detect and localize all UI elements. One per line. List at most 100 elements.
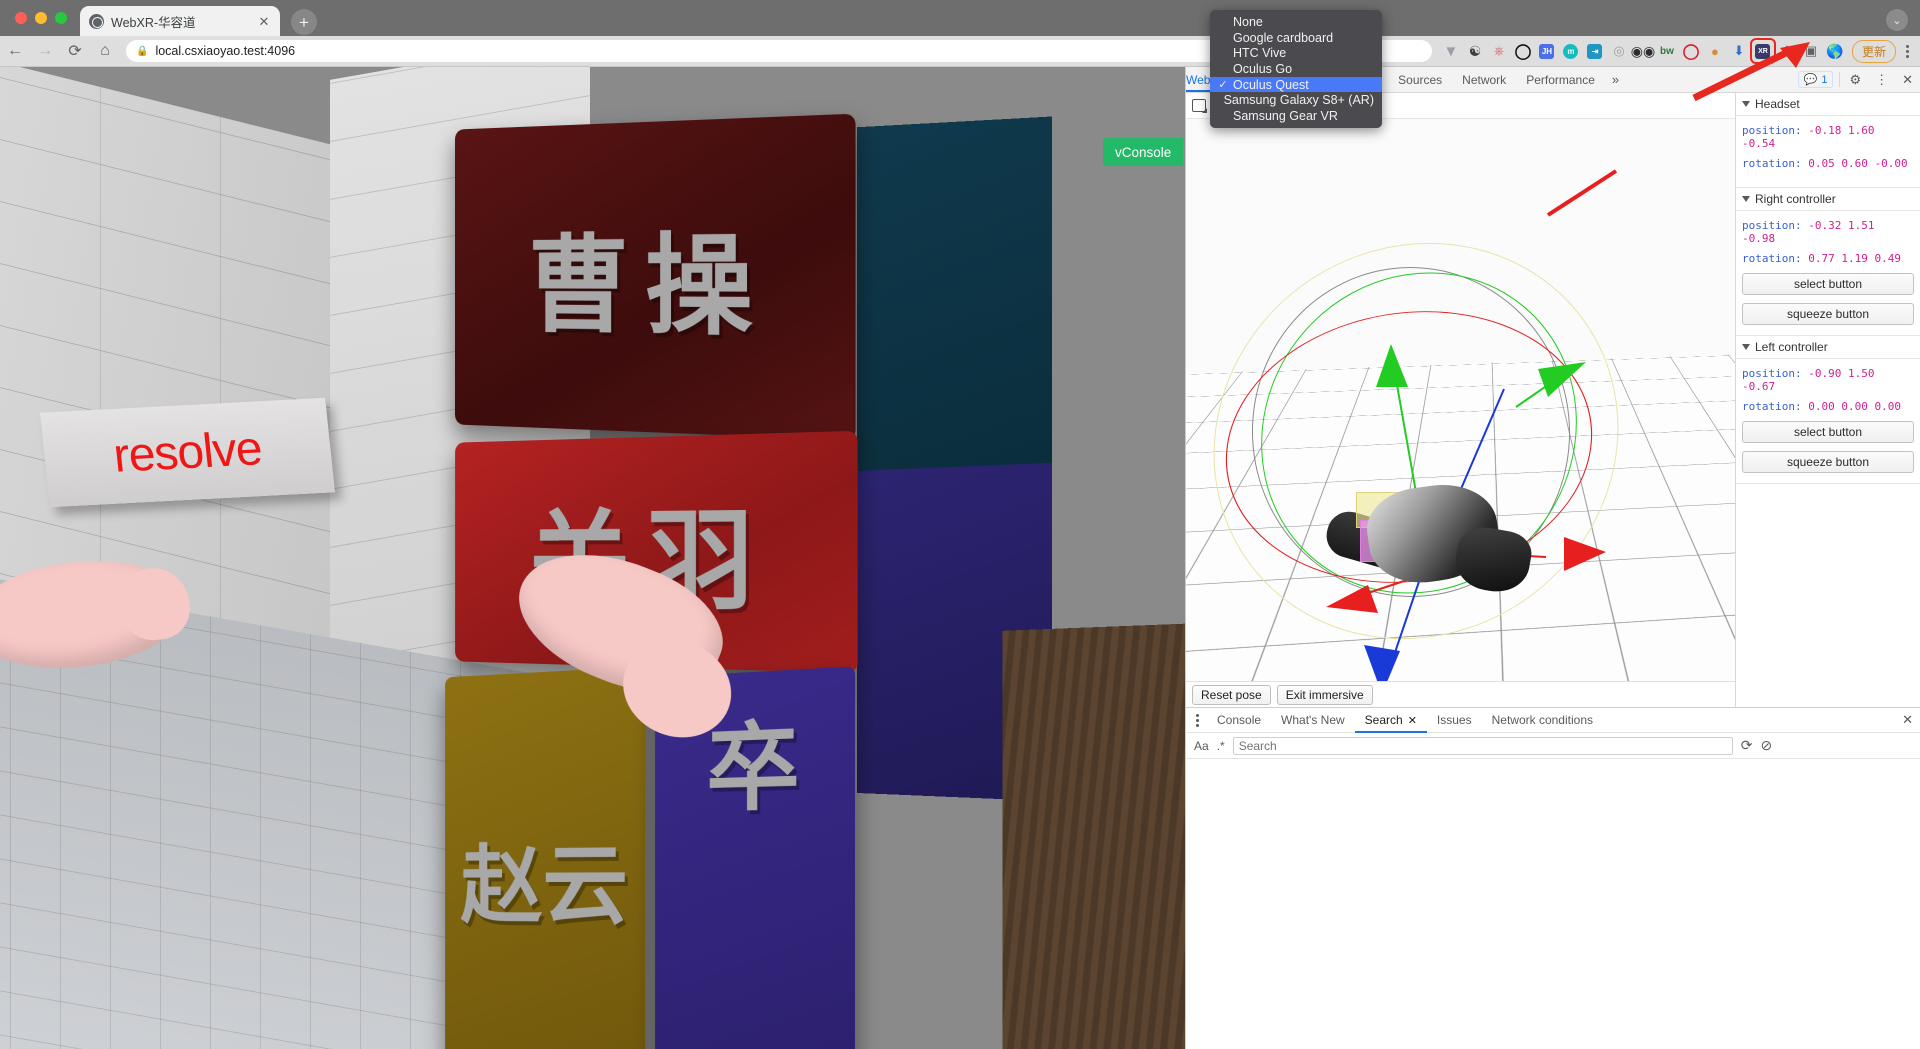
search-results-area — [1186, 759, 1920, 1049]
regex-button[interactable]: .* — [1217, 739, 1225, 753]
jh-icon[interactable]: JH — [1536, 40, 1558, 62]
browser-tab[interactable]: WebXR-华容道 ✕ — [80, 6, 280, 36]
device-option-htc-vive-label: HTC Vive — [1233, 46, 1287, 61]
section-header-right-controller[interactable]: Right controller — [1736, 188, 1920, 211]
refresh-icon[interactable]: ⟳ — [1741, 737, 1753, 754]
device-option-samsung-gear-vr[interactable]: Samsung Gear VR — [1210, 108, 1382, 124]
device-emulation-icon[interactable] — [1192, 99, 1207, 113]
section-header-left-controller[interactable]: Left controller — [1736, 336, 1920, 359]
back-button[interactable]: ← — [0, 36, 30, 66]
m-icon[interactable]: m — [1560, 40, 1582, 62]
drawer-tab-issues[interactable]: Issues — [1427, 708, 1482, 733]
kebab-menu-icon[interactable]: ⋮ — [1868, 67, 1895, 92]
webxr-headset-model[interactable] — [1321, 474, 1535, 604]
device-option-oculus-go[interactable]: Oculus Go — [1210, 61, 1382, 77]
export-icon[interactable]: ⇥ — [1584, 40, 1606, 62]
update-button[interactable]: 更新 — [1851, 39, 1896, 63]
vconsole-button[interactable]: vConsole — [1103, 138, 1184, 166]
device-option-none-label: None — [1233, 14, 1263, 29]
reset-pose-button[interactable]: Reset pose — [1192, 684, 1271, 705]
device-option-htc-vive[interactable]: HTC Vive — [1210, 45, 1382, 61]
address-bar-url: local.csxiaoyao.test:4096 — [155, 44, 296, 58]
search-input[interactable] — [1232, 736, 1733, 755]
opera-icon[interactable]: ◯ — [1680, 40, 1702, 62]
device-option-google-cardboard-label: Google cardboard — [1233, 30, 1334, 45]
tab-network[interactable]: Network — [1452, 67, 1516, 92]
chevron-collapse-icon[interactable]: ▼ — [1440, 40, 1462, 62]
forward-button[interactable]: → — [30, 36, 60, 66]
drawer-tab-search-close-icon[interactable]: ✕ — [1408, 714, 1417, 727]
disclosure-triangle-icon[interactable] — [1742, 101, 1750, 107]
drawer-tab-search[interactable]: Search ✕ — [1355, 708, 1427, 733]
device-option-none[interactable]: None — [1210, 14, 1382, 30]
reload-button[interactable]: ⟳ — [60, 36, 90, 66]
extension-tray: ▼ ☯ ⎈ ◯ JH m ⇥ ◎ ◉◉ bw ◯ ● ⬇ XR ❖ ▣ 🌎 更新 — [1440, 38, 1920, 64]
headset-rotation-key: rotation: — [1742, 157, 1802, 170]
scene-tile-cao-cao[interactable]: 曹操 — [454, 113, 856, 441]
right-controller-rotation-value: 0.77 1.19 0.49 — [1808, 252, 1901, 265]
target-icon[interactable]: ◎ — [1608, 40, 1630, 62]
drawer-tab-whats-new[interactable]: What's New — [1271, 708, 1355, 733]
bw-icon[interactable]: bw — [1656, 40, 1678, 62]
devtools-icon[interactable]: ▣ — [1800, 40, 1822, 62]
drawer-close-icon[interactable]: ✕ — [1895, 712, 1920, 728]
left-controller-position-row: position: -0.90 1.50 -0.67 — [1742, 367, 1914, 393]
globe-icon[interactable]: 🌎 — [1824, 40, 1846, 62]
new-tab-button[interactable]: + — [291, 9, 317, 35]
hat-icon[interactable]: ☯ — [1464, 40, 1486, 62]
home-button[interactable]: ⌂ — [90, 36, 120, 66]
window-minimize-button[interactable] — [35, 12, 47, 24]
headset-position-key: position: — [1742, 124, 1802, 137]
right-controller-position-row: position: -0.32 1.51 -0.98 — [1742, 219, 1914, 245]
close-icon[interactable]: ✕ — [1895, 67, 1920, 92]
scene-tile-cao-cao-label: 曹操 — [527, 222, 770, 352]
glasses-icon[interactable]: ◉◉ — [1631, 40, 1655, 62]
devtools-drawer: Console What's New Search ✕ Issues Netwo… — [1186, 707, 1920, 1049]
left-controller-squeeze-button[interactable]: squeeze button — [1742, 451, 1914, 473]
right-controller-select-button[interactable]: select button — [1742, 273, 1914, 295]
section-header-headset[interactable]: Headset — [1736, 93, 1920, 116]
tab-close-icon[interactable]: ✕ — [257, 15, 271, 28]
left-controller-select-button[interactable]: select button — [1742, 421, 1914, 443]
disclosure-triangle-icon[interactable] — [1742, 196, 1750, 202]
device-select-dropdown[interactable]: None Google cardboard HTC Vive Oculus Go… — [1210, 10, 1382, 128]
webxr-stage-canvas[interactable] — [1186, 119, 1735, 681]
tab-sources[interactable]: Sources — [1388, 67, 1452, 92]
headset-rotation-value: 0.05 0.60 -0.00 — [1808, 157, 1908, 170]
exit-immersive-button[interactable]: Exit immersive — [1276, 684, 1373, 705]
webxr-pose-column: Headset position: -0.18 1.60 -0.54 rotat… — [1736, 93, 1920, 707]
download-icon[interactable]: ⬇ — [1728, 40, 1750, 62]
cookie-icon[interactable]: ● — [1704, 40, 1726, 62]
ring-icon[interactable]: ◯ — [1512, 40, 1534, 62]
tab-overflow-icon[interactable]: » — [1605, 67, 1626, 92]
device-option-oculus-go-label: Oculus Go — [1233, 61, 1293, 76]
tab-performance-label: Performance — [1526, 72, 1595, 87]
webxr-icon[interactable]: XR — [1749, 38, 1776, 64]
page-viewport[interactable]: resolve 曹操 关羽 赵云 卒 vConsole — [0, 67, 1185, 1049]
device-option-oculus-quest-label: Oculus Quest — [1233, 77, 1309, 92]
issues-badge[interactable]: 💬 1 — [1797, 71, 1834, 88]
device-option-samsung-galaxy-s8-ar-label: Samsung Galaxy S8+ (AR) — [1223, 93, 1374, 108]
tab-network-label: Network — [1462, 72, 1507, 87]
window-close-button[interactable] — [15, 12, 27, 24]
drawer-kebab-menu-icon[interactable] — [1188, 713, 1207, 727]
device-option-google-cardboard[interactable]: Google cardboard — [1210, 30, 1382, 46]
right-controller-squeeze-button[interactable]: squeeze button — [1742, 303, 1914, 325]
kebab-menu-icon[interactable] — [1898, 44, 1916, 58]
device-option-samsung-galaxy-s8-ar[interactable]: Samsung Galaxy S8+ (AR) — [1210, 92, 1382, 108]
window-maximize-button[interactable] — [55, 12, 67, 24]
gear-icon[interactable]: ⚙ — [1842, 67, 1868, 92]
chevron-down-icon[interactable]: ⌄ — [1886, 9, 1908, 31]
disclosure-triangle-icon[interactable] — [1742, 344, 1750, 350]
drawer-tab-network-conditions[interactable]: Network conditions — [1482, 708, 1603, 733]
match-case-button[interactable]: Aa — [1194, 739, 1209, 753]
sitemap-icon[interactable]: ⎈ — [1488, 40, 1510, 62]
scene-tile-zhao-yun[interactable]: 赵云 — [445, 666, 645, 1049]
device-option-oculus-quest[interactable]: ✓ Oculus Quest — [1210, 76, 1382, 93]
left-controller-rotation-value: 0.00 0.00 0.00 — [1808, 400, 1901, 413]
clear-icon[interactable]: ⊘ — [1760, 737, 1772, 754]
left-controller-rotation-key: rotation: — [1742, 400, 1802, 413]
tab-performance[interactable]: Performance — [1516, 67, 1605, 92]
drawer-tab-console[interactable]: Console — [1207, 708, 1271, 733]
puzzle-icon[interactable]: ❖ — [1776, 40, 1798, 62]
